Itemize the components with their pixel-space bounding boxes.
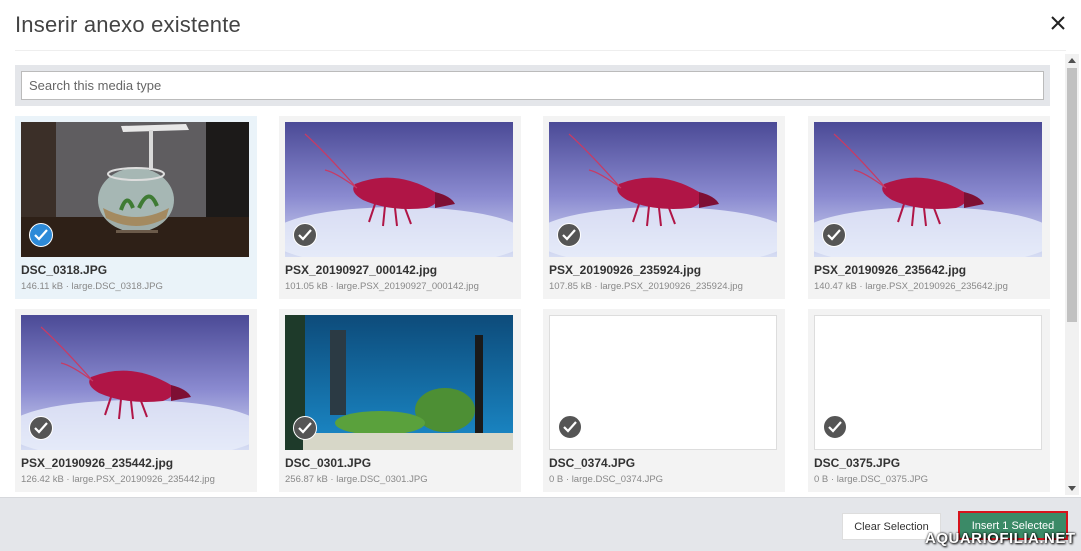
media-file-info: 107.85 kB · large.PSX_20190926_235924.jp… [549, 281, 743, 292]
media-filename: DSC_0374.JPG [549, 456, 636, 470]
media-filename: PSX_20190927_000142.jpg [285, 263, 438, 277]
checkmark-icon[interactable] [293, 223, 317, 247]
media-file-info: 256.87 kB · large.DSC_0301.JPG [285, 474, 428, 485]
media-tile[interactable]: DSC_0318.JPG 146.11 kB · large.DSC_0318.J… [15, 116, 257, 299]
media-filename: DSC_0375.JPG [814, 456, 901, 470]
scroll-down-arrow-icon[interactable] [1068, 486, 1076, 491]
media-filename: DSC_0301.JPG [285, 456, 372, 470]
media-file-info: 101.05 kB · large.PSX_20190927_000142.jp… [285, 281, 479, 292]
scrollbar[interactable] [1065, 54, 1079, 495]
media-file-info: 126.42 kB · large.PSX_20190926_235442.jp… [21, 474, 215, 485]
checkmark-icon[interactable] [557, 223, 581, 247]
watermark: AQUARIOFILIA.NET [925, 530, 1076, 547]
checkmark-icon[interactable] [822, 223, 846, 247]
media-file-info: 140.47 kB · large.PSX_20190926_235642.jp… [814, 281, 1008, 292]
media-filename: DSC_0318.JPG [21, 263, 108, 277]
media-thumbnail[interactable] [814, 122, 1042, 257]
dialog-title: Inserir anexo existente [15, 12, 241, 37]
media-thumbnail[interactable] [285, 315, 513, 450]
checkmark-icon[interactable] [29, 416, 53, 440]
media-file-info: 0 B · large.DSC_0374.JPG [549, 474, 664, 485]
media-thumbnail[interactable] [21, 315, 249, 450]
media-thumbnail[interactable] [21, 122, 249, 257]
checkmark-icon[interactable] [293, 416, 317, 440]
media-filename: PSX_20190926_235642.jpg [814, 263, 967, 277]
media-thumbnail[interactable] [549, 122, 777, 257]
media-tile[interactable]: PSX_20190926_235924.jpg 107.85 kB · large… [543, 116, 785, 299]
media-tile[interactable]: PSX_20190926_235442.jpg 126.42 kB · large… [15, 309, 257, 492]
header-divider [15, 50, 1066, 51]
scroll-thumb[interactable] [1067, 68, 1077, 322]
scroll-up-arrow-icon[interactable] [1068, 58, 1076, 63]
media-tile[interactable]: PSX_20190927_000142.jpg 101.05 kB · large… [279, 116, 521, 299]
media-filename: PSX_20190926_235924.jpg [549, 263, 702, 277]
checkmark-icon[interactable] [823, 415, 847, 439]
media-file-info: 0 B · large.DSC_0375.JPG [814, 474, 929, 485]
media-tile[interactable]: PSX_20190926_235642.jpg 140.47 kB · large… [808, 116, 1050, 299]
search-input[interactable] [21, 71, 1044, 100]
close-icon [1051, 16, 1065, 30]
insert-attachment-dialog: Inserir anexo existente DSC_0318.JPG 146.… [0, 0, 1081, 551]
media-thumbnail[interactable] [285, 122, 513, 257]
media-tile[interactable]: DSC_0375.JPG 0 B · large.DSC_0375.JPG [808, 309, 1050, 492]
checkmark-icon[interactable] [558, 415, 582, 439]
media-tile[interactable]: DSC_0301.JPG 256.87 kB · large.DSC_0301.J… [279, 309, 521, 492]
close-button[interactable] [1045, 10, 1071, 36]
media-file-info: 146.11 kB · large.DSC_0318.JPG [21, 281, 163, 292]
media-thumbnail[interactable] [814, 315, 1042, 450]
media-thumbnail[interactable] [549, 315, 777, 450]
checkmark-icon[interactable] [29, 223, 53, 247]
search-bar [15, 65, 1050, 106]
media-grid: DSC_0318.JPG 146.11 kB · large.DSC_0318.J… [15, 116, 1051, 494]
media-tile[interactable]: DSC_0374.JPG 0 B · large.DSC_0374.JPG [543, 309, 785, 492]
dialog-footer: Clear Selection Insert 1 Selected [0, 497, 1081, 551]
media-filename: PSX_20190926_235442.jpg [21, 456, 174, 470]
